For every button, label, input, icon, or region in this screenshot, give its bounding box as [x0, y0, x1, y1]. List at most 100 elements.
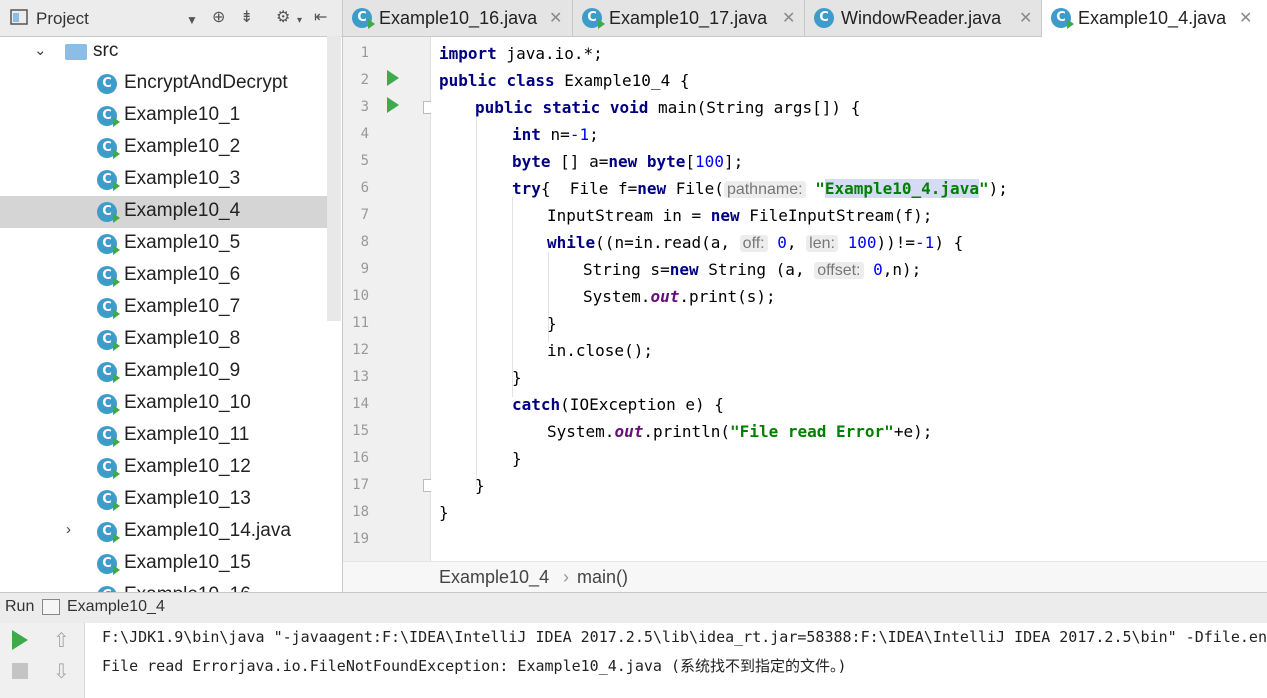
tree-item[interactable]: C Example10_13: [0, 484, 330, 516]
class-icon: C: [1051, 8, 1074, 29]
class-icon: C: [97, 266, 120, 287]
class-icon: C: [97, 234, 120, 255]
tree-item[interactable]: C Example10_1: [0, 100, 330, 132]
hide-panel-icon[interactable]: ⇤: [314, 9, 327, 27]
tree-item[interactable]: C Example10_11: [0, 420, 330, 452]
tree-item[interactable]: C Example10_15: [0, 548, 330, 580]
project-panel-title[interactable]: Project: [36, 9, 89, 29]
class-icon: C: [97, 394, 120, 415]
run-icon[interactable]: [387, 70, 399, 86]
tree-item[interactable]: C EncryptAndDecrypt: [0, 68, 330, 100]
class-icon: C: [97, 490, 120, 511]
code-line-10: System.out.print(s);: [583, 287, 776, 306]
tree-item[interactable]: C Example10_3: [0, 164, 330, 196]
chevron-down-icon[interactable]: ▼: [186, 11, 198, 29]
tree-item[interactable]: C Example10_7: [0, 292, 330, 324]
indent-guide: [512, 197, 513, 397]
class-icon: C: [582, 8, 605, 29]
class-icon: C: [97, 202, 120, 223]
run-panel-label[interactable]: Run: [5, 598, 34, 616]
tree-item[interactable]: C Example10_6: [0, 260, 330, 292]
code-line-11: }: [547, 314, 557, 333]
code-line-12: in.close();: [547, 341, 653, 360]
tab-example10-16[interactable]: C Example10_16.java ✕: [343, 0, 573, 36]
tree-item[interactable]: C Example10_10: [0, 388, 330, 420]
close-icon[interactable]: ✕: [1019, 8, 1032, 28]
project-view-icon: [10, 9, 28, 30]
collapse-all-icon[interactable]: ⇟: [240, 9, 253, 27]
class-icon: C: [97, 106, 120, 127]
code-line-2: public class Example10_4 {: [439, 71, 690, 90]
tree-item[interactable]: C Example10_8: [0, 324, 330, 356]
line-number: 1: [360, 45, 369, 61]
console-output[interactable]: F:\JDK1.9\bin\java "-javaagent:F:\IDEA\I…: [85, 623, 1267, 698]
tree-folder-src[interactable]: ⌄ src: [0, 36, 330, 68]
run-icon[interactable]: [387, 97, 399, 113]
tree-item[interactable]: C Example10_9: [0, 356, 330, 388]
tab-label: Example10_4.java: [1078, 8, 1227, 28]
line-number: 18: [352, 504, 369, 520]
class-icon: C: [97, 298, 120, 319]
code-line-13: }: [512, 368, 522, 387]
tree-item-label: Example10_12: [124, 456, 251, 477]
console-line: F:\JDK1.9\bin\java "-javaagent:F:\IDEA\I…: [102, 628, 1267, 646]
class-icon: C: [97, 362, 120, 383]
tree-item[interactable]: C Example10_5: [0, 228, 330, 260]
chevron-down-icon[interactable]: ▾: [297, 12, 302, 30]
tree-item-label: Example10_15: [124, 552, 251, 573]
code-line-7: InputStream in = new FileInputStream(f);: [547, 206, 933, 225]
arrow-down-icon[interactable]: ⇩: [53, 659, 70, 684]
tab-label: WindowReader.java: [841, 8, 1002, 28]
code-editor[interactable]: import java.io.*; public class Example10…: [431, 37, 1267, 561]
tree-item[interactable]: C Example10_12: [0, 452, 330, 484]
code-line-3: public static void main(String args[]) {: [475, 98, 861, 117]
selected-text: Example10_4.java: [824, 179, 979, 198]
code-line-16: }: [512, 449, 522, 468]
line-number: 10: [352, 288, 369, 304]
tree-item[interactable]: › C Example10_14.java: [0, 516, 330, 548]
chevron-right-icon[interactable]: ›: [66, 521, 71, 538]
close-icon[interactable]: ✕: [782, 8, 795, 28]
gear-icon[interactable]: ⚙: [276, 9, 290, 27]
line-number: 2: [360, 72, 369, 88]
tree-item[interactable]: C Example10_2: [0, 132, 330, 164]
line-number: 19: [352, 531, 369, 547]
crosshair-icon[interactable]: ⊕: [212, 9, 225, 27]
tab-example10-4[interactable]: C Example10_4.java ✕: [1042, 0, 1267, 39]
close-icon[interactable]: ✕: [1239, 8, 1252, 28]
breadcrumb-method[interactable]: main(): [577, 567, 628, 588]
breadcrumb-class[interactable]: Example10_4: [439, 567, 549, 588]
tree-item-label: Example10_13: [124, 488, 251, 509]
stop-icon[interactable]: [12, 663, 28, 679]
close-icon[interactable]: ✕: [549, 8, 562, 28]
run-icon[interactable]: [12, 630, 28, 650]
tree-item-label: Example10_16: [124, 584, 251, 592]
line-number: 7: [360, 207, 369, 223]
breadcrumb: Example10_4 › main(): [343, 561, 1267, 592]
tree-item-label: Example10_14.java: [124, 520, 291, 541]
class-icon: C: [814, 8, 834, 28]
tree-item-label: Example10_5: [124, 232, 241, 253]
class-icon: C: [97, 330, 120, 351]
chevron-down-icon[interactable]: ⌄: [34, 41, 47, 59]
line-number: 13: [352, 369, 369, 385]
tree-item-label: Example10_8: [124, 328, 241, 349]
line-number: 6: [360, 180, 369, 196]
tree-scrollbar[interactable]: [327, 36, 341, 321]
code-line-14: catch(IOException e) {: [512, 395, 724, 414]
tree-item-label: Example10_2: [124, 136, 241, 157]
line-number: 15: [352, 423, 369, 439]
tree-item[interactable]: C Example10_16: [0, 580, 330, 592]
project-panel: Project ▼ ⊕ ⇟ ⚙ ▾ ⇤ ⌄ src C EncryptAndDe…: [0, 0, 343, 592]
run-config-label[interactable]: Example10_4: [67, 598, 165, 616]
line-number: 9: [360, 261, 369, 277]
tab-example10-17[interactable]: C Example10_17.java ✕: [573, 0, 805, 36]
tree-item-selected[interactable]: C Example10_4: [0, 196, 330, 228]
run-panel-header: Run Example10_4: [0, 592, 1267, 624]
code-line-17: }: [475, 476, 485, 495]
tree-item-label: Example10_6: [124, 264, 241, 285]
arrow-up-icon[interactable]: ⇧: [53, 628, 70, 653]
tab-window-reader[interactable]: C WindowReader.java ✕: [805, 0, 1042, 36]
code-line-1: import java.io.*;: [439, 44, 603, 63]
tree-item-label: Example10_4: [124, 200, 241, 221]
